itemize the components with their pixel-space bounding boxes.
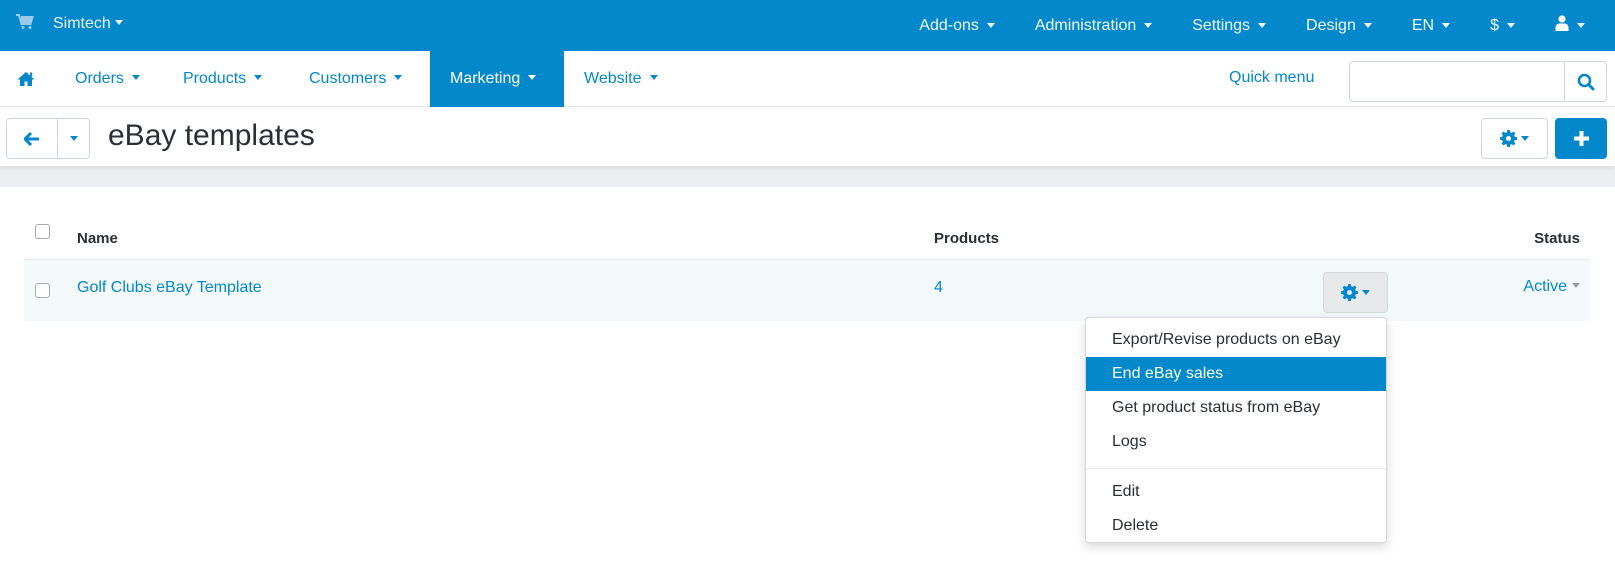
chevron-down-icon [1363, 23, 1372, 28]
chevron-down-icon [1521, 136, 1529, 141]
chevron-down-icon [131, 75, 140, 81]
column-header-products[interactable]: Products [934, 230, 999, 247]
chevron-down-icon [1507, 23, 1515, 28]
main-nav: Orders Products Customers Marketing Webs… [0, 51, 1615, 107]
page-title: eBay templates [108, 119, 315, 152]
menu-item-end-ebay-sales[interactable]: End eBay sales [1086, 357, 1386, 391]
templates-table: Name Products Status Golf Clubs eBay Tem… [24, 218, 1590, 321]
nav-marketing[interactable]: Marketing [430, 51, 564, 107]
chevron-down-icon [254, 75, 263, 81]
quick-menu-link[interactable]: Quick menu [1229, 69, 1314, 87]
nav-orders[interactable]: Orders [75, 51, 140, 107]
home-icon[interactable] [17, 71, 35, 87]
topnav-label: Design [1306, 16, 1356, 34]
search-box [1349, 61, 1607, 102]
store-name: Simtech [53, 15, 111, 32]
topnav-label: Settings [1192, 16, 1251, 34]
menu-item-delete[interactable]: Delete [1086, 509, 1386, 543]
search-icon [1577, 73, 1594, 90]
chevron-down-icon [1572, 283, 1580, 289]
add-template-button[interactable] [1555, 118, 1607, 159]
nav-website[interactable]: Website [584, 51, 658, 107]
top-nav: Add-ons Administration Settings Design E… [899, 0, 1615, 51]
topnav-label: EN [1411, 16, 1435, 34]
back-history-dropdown[interactable] [58, 119, 89, 158]
nav-label: Website [584, 70, 642, 87]
topnav-settings[interactable]: Settings [1172, 17, 1286, 35]
row-checkbox[interactable] [35, 283, 50, 298]
nav-label: Orders [75, 70, 124, 87]
chevron-down-icon [394, 75, 403, 81]
table-header: Name Products Status [24, 218, 1590, 260]
back-button[interactable] [7, 119, 58, 158]
template-name-link[interactable]: Golf Clubs eBay Template [77, 279, 262, 297]
title-bar: eBay templates [0, 108, 1615, 166]
chevron-down-icon [1362, 290, 1370, 295]
topnav-user[interactable] [1535, 15, 1615, 36]
gear-icon [1341, 284, 1358, 301]
gear-icon [1500, 130, 1517, 147]
chevron-down-icon [528, 75, 537, 81]
settings-dropdown-button[interactable] [1481, 118, 1548, 159]
topnav-label: $ [1490, 16, 1499, 34]
back-button-group [6, 118, 90, 159]
menu-item-logs[interactable]: Logs [1086, 425, 1386, 459]
topnav-currency[interactable]: $ [1470, 17, 1535, 35]
column-header-status[interactable]: Status [1534, 230, 1580, 247]
row-actions-button[interactable] [1323, 272, 1388, 313]
table-row: Golf Clubs eBay Template 4 Active [24, 260, 1590, 321]
menu-item-get-product-status[interactable]: Get product status from eBay [1086, 391, 1386, 425]
column-header-name[interactable]: Name [77, 230, 118, 247]
products-count-link[interactable]: 4 [934, 279, 943, 297]
nav-label: Marketing [450, 70, 521, 87]
plus-icon [1573, 131, 1589, 146]
menu-divider [1086, 468, 1386, 469]
nav-label: Products [183, 70, 247, 87]
store-selector[interactable]: Simtech [53, 15, 123, 33]
topnav-design[interactable]: Design [1286, 17, 1392, 35]
chevron-down-icon [649, 75, 658, 81]
nav-customers[interactable]: Customers [309, 51, 403, 107]
nav-label: Customers [309, 70, 387, 87]
chevron-down-icon [114, 19, 123, 25]
cart-icon[interactable] [16, 14, 34, 30]
row-actions-menu: Export/Revise products on eBay End eBay … [1085, 317, 1387, 543]
topnav-administration[interactable]: Administration [1015, 17, 1172, 35]
nav-products[interactable]: Products [183, 51, 263, 107]
status-dropdown[interactable]: Active [1523, 278, 1580, 296]
top-bar: Simtech Add-ons Administration Settings … [0, 0, 1615, 51]
search-input[interactable] [1350, 62, 1564, 101]
chevron-down-icon [1442, 23, 1451, 28]
select-all-checkbox[interactable] [35, 224, 50, 239]
menu-item-export-revise[interactable]: Export/Revise products on eBay [1086, 323, 1386, 357]
chevron-down-icon [1258, 23, 1267, 28]
status-label: Active [1523, 278, 1567, 295]
chevron-down-icon [1144, 23, 1153, 28]
topnav-label: Add-ons [919, 16, 979, 34]
topnav-addons[interactable]: Add-ons [899, 17, 1015, 35]
search-button[interactable] [1564, 62, 1606, 101]
topnav-label: Administration [1034, 16, 1137, 34]
menu-item-edit[interactable]: Edit [1086, 475, 1386, 509]
chevron-down-icon [69, 136, 78, 141]
user-icon [1555, 15, 1569, 36]
arrow-left-icon [24, 131, 39, 146]
chevron-down-icon [986, 23, 995, 28]
topnav-language[interactable]: EN [1392, 17, 1470, 35]
chevron-down-icon [1577, 23, 1585, 28]
page-divider [0, 166, 1615, 187]
